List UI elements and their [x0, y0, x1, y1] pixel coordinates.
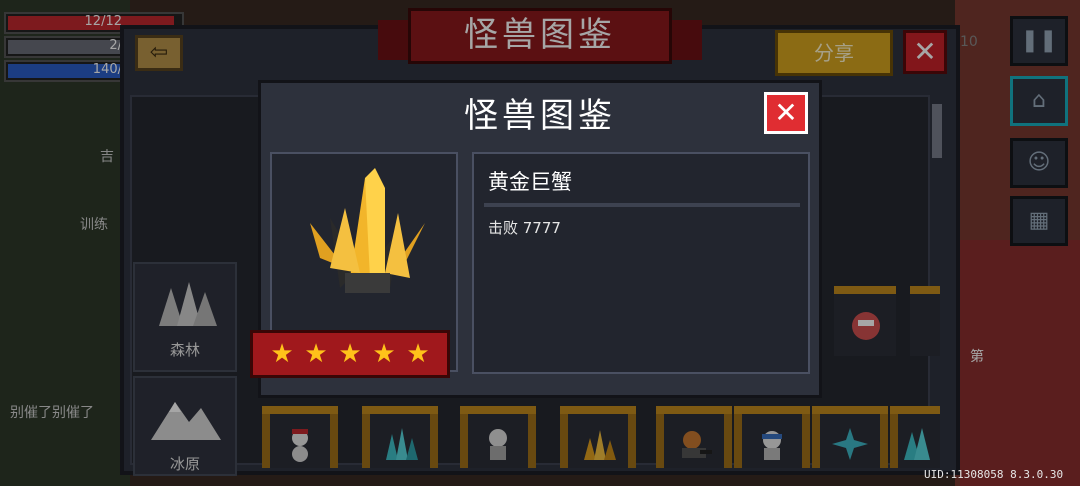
modal-close-button[interactable]: ✕ [764, 92, 808, 134]
monster-name: 黄金巨蟹 [488, 170, 572, 194]
kill-count: 击败 7777 [488, 219, 561, 237]
star-icon: ★ [338, 339, 362, 369]
info-divider [484, 203, 800, 207]
gold-crab-icon [310, 168, 425, 293]
star-icon: ★ [372, 339, 396, 369]
uid-version-text: UID:11308058 8.3.0.30 [924, 468, 1064, 481]
modal-title: 怪兽图鉴 [464, 96, 616, 136]
star-rating-ribbon: ★ ★ ★ ★ ★ [250, 330, 450, 378]
star-icon: ★ [304, 339, 328, 369]
star-icon: ★ [406, 339, 430, 369]
star-icon: ★ [270, 339, 294, 369]
